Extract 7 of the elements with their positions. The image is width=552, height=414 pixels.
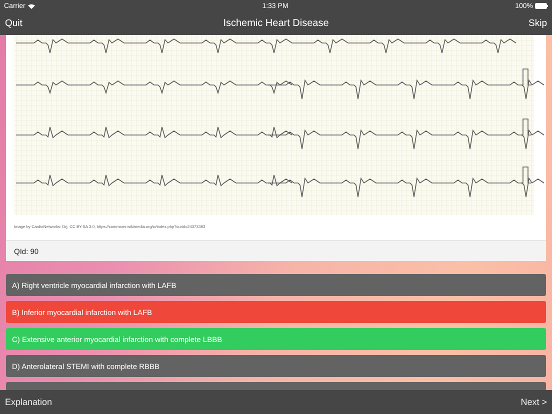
battery-icon — [535, 3, 548, 9]
wifi-icon — [28, 4, 36, 8]
quit-button[interactable]: Quit — [5, 18, 22, 29]
next-button[interactable]: Next > — [520, 397, 547, 407]
explanation-button[interactable]: Explanation — [5, 397, 52, 407]
screen-title: Ischemic Heart Disease — [223, 18, 329, 29]
skip-button[interactable]: Skip — [528, 18, 547, 29]
